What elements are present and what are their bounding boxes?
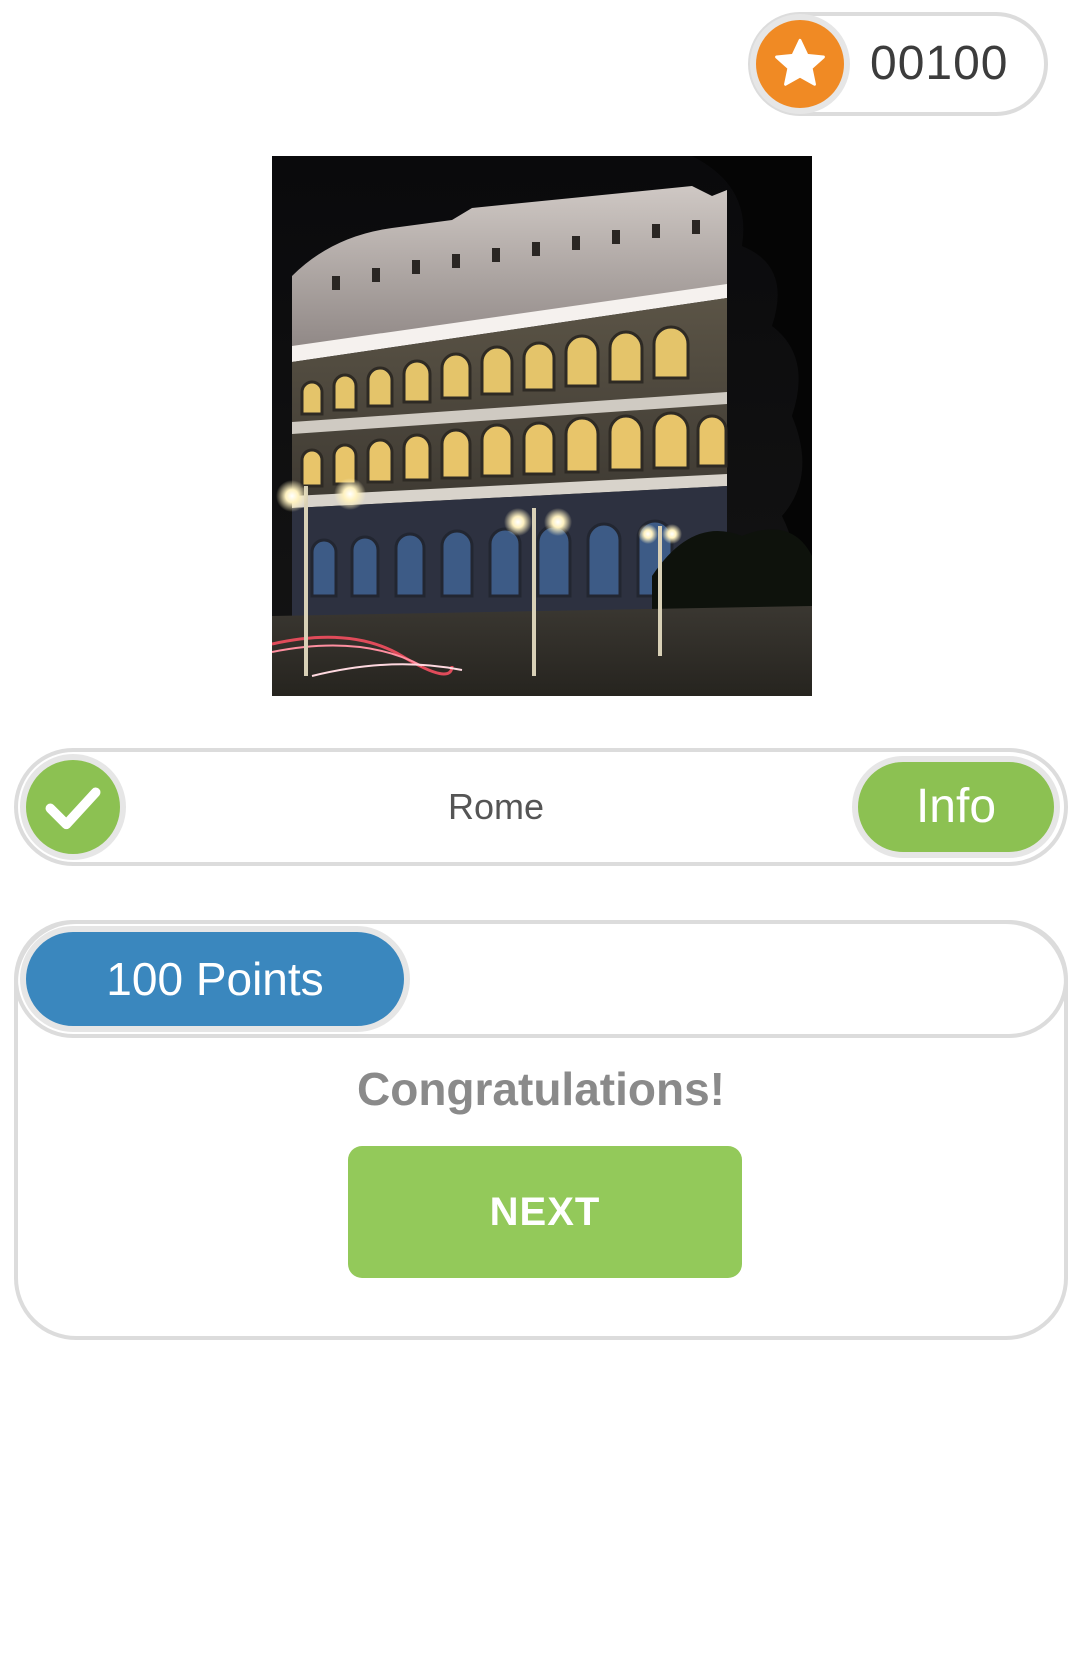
score-counter: 00100 <box>748 12 1048 116</box>
congratulations-message: Congratulations! <box>357 1063 725 1115</box>
answer-row: Rome Info <box>14 748 1068 866</box>
points-badge: 100 Points <box>20 926 410 1032</box>
info-button[interactable]: Info <box>852 756 1060 858</box>
colosseum-photo <box>272 156 812 696</box>
star-icon <box>750 14 850 114</box>
score-value: 00100 <box>870 37 1009 90</box>
points-track: 100 Points <box>14 920 1068 1038</box>
result-card: 100 Points Congratulations! NEXT <box>14 920 1068 1340</box>
next-button[interactable]: NEXT <box>348 1146 742 1278</box>
